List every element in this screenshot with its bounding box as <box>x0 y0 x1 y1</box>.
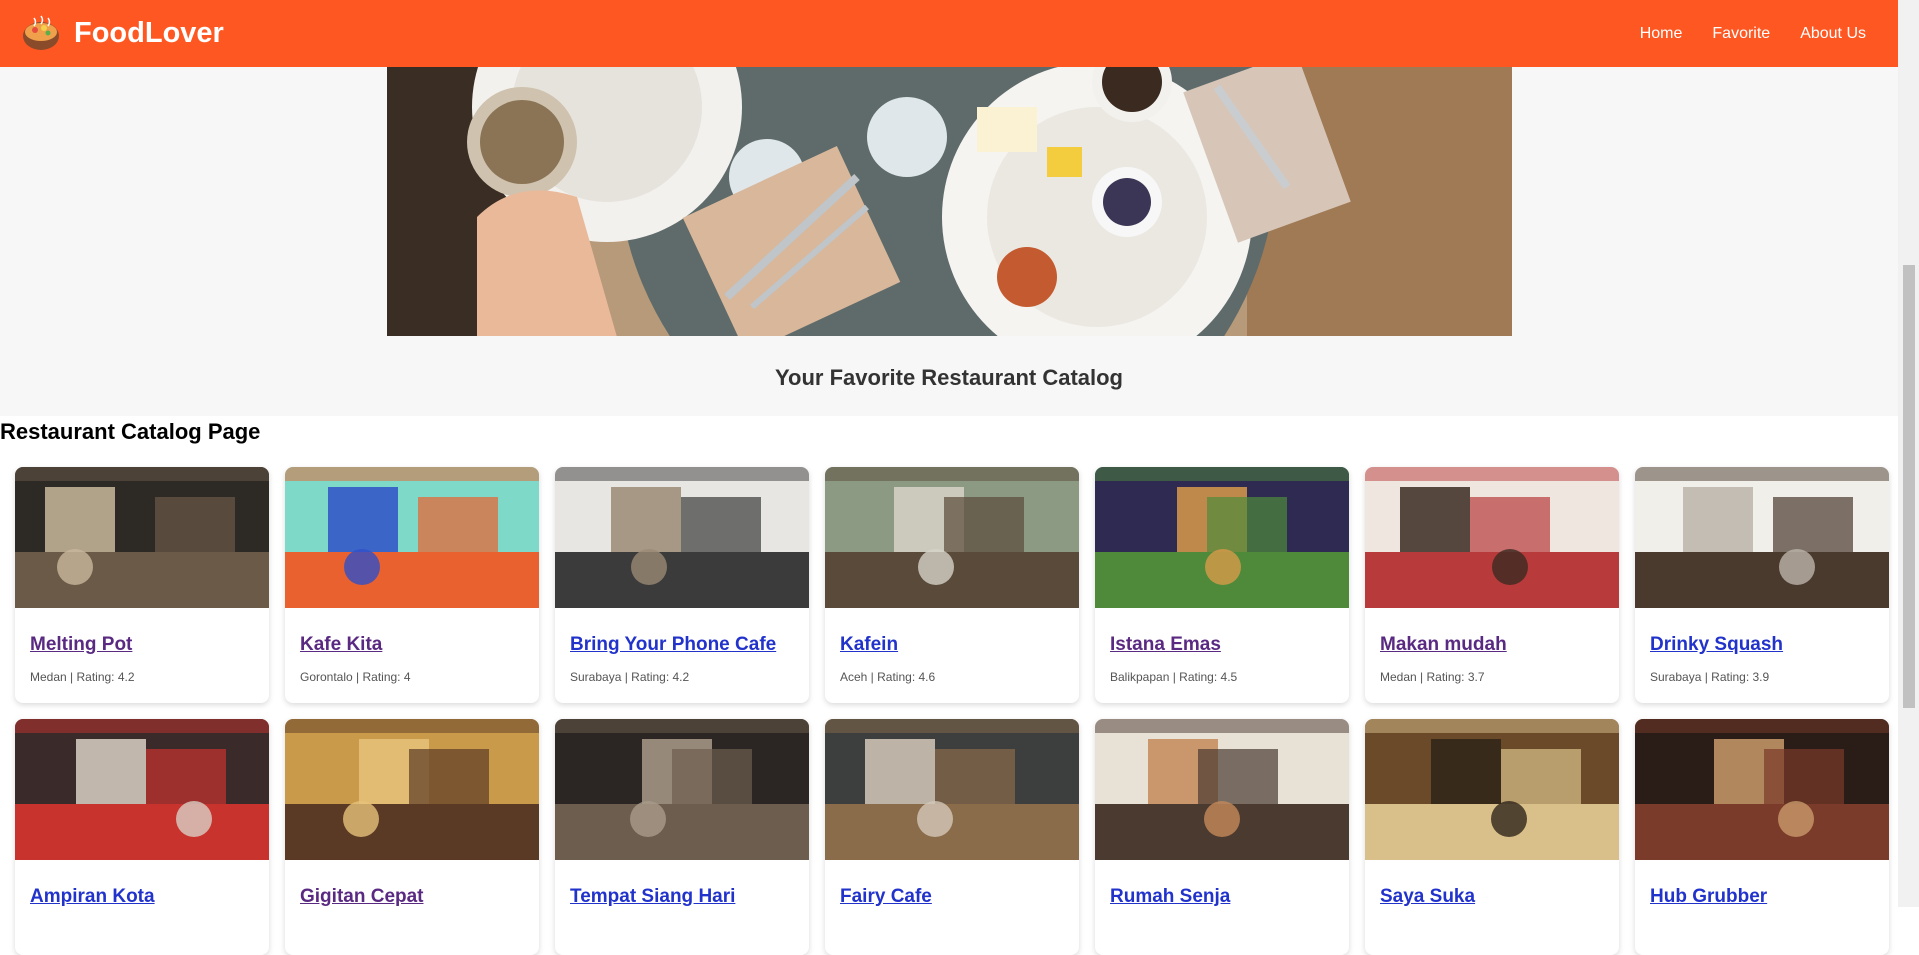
restaurant-image[interactable] <box>825 719 1079 860</box>
restaurant-card[interactable]: Fairy Cafe <box>825 719 1079 955</box>
restaurant-meta: Surabaya | Rating: 4.2 <box>570 670 690 684</box>
restaurant-title-link[interactable]: Fairy Cafe <box>840 886 932 908</box>
restaurant-image[interactable] <box>1635 467 1889 608</box>
restaurant-card[interactable]: Istana Emas Balikpapan | Rating: 4.5 <box>1095 467 1349 703</box>
hero-title: Your Favorite Restaurant Catalog <box>775 365 1123 390</box>
restaurant-image[interactable] <box>15 719 269 860</box>
restaurant-card[interactable]: Tempat Siang Hari <box>555 719 809 955</box>
nav-favorite-link[interactable]: Favorite <box>1712 25 1770 43</box>
restaurant-image[interactable] <box>555 719 809 860</box>
restaurant-title-link[interactable]: Kafein <box>840 634 898 656</box>
restaurant-image[interactable] <box>285 467 539 608</box>
restaurant-image[interactable] <box>1365 467 1619 608</box>
restaurant-image[interactable] <box>555 467 809 608</box>
restaurant-card[interactable]: Drinky Squash Surabaya | Rating: 3.9 <box>1635 467 1889 703</box>
restaurant-card[interactable]: Kafe Kita Gorontalo | Rating: 4 <box>285 467 539 703</box>
brand-name[interactable]: FoodLover <box>74 14 224 52</box>
restaurant-image[interactable] <box>1635 719 1889 860</box>
restaurant-title-link[interactable]: Gigitan Cepat <box>300 886 424 908</box>
restaurant-title-link[interactable]: Drinky Squash <box>1650 634 1783 656</box>
nav-home-link[interactable]: Home <box>1640 25 1683 43</box>
app-navbar: FoodLover Home Favorite About Us <box>0 0 1898 67</box>
restaurant-image[interactable] <box>1365 719 1619 860</box>
restaurant-card[interactable]: Bring Your Phone Cafe Surabaya | Rating: … <box>555 467 809 703</box>
restaurant-card[interactable]: Gigitan Cepat <box>285 719 539 955</box>
restaurant-card[interactable]: Melting Pot Medan | Rating: 4.2 <box>15 467 269 703</box>
restaurant-image[interactable] <box>15 467 269 608</box>
restaurant-meta: Gorontalo | Rating: 4 <box>300 670 411 684</box>
restaurant-card[interactable]: Makan mudah Medan | Rating: 3.7 <box>1365 467 1619 703</box>
restaurant-meta: Medan | Rating: 4.2 <box>30 670 135 684</box>
restaurant-title-link[interactable]: Melting Pot <box>30 634 132 656</box>
hero-section: Your Favorite Restaurant Catalog <box>0 67 1898 416</box>
restaurant-title-link[interactable]: Hub Grubber <box>1650 886 1767 908</box>
restaurant-meta: Medan | Rating: 3.7 <box>1380 670 1485 684</box>
restaurant-title-link[interactable]: Makan mudah <box>1380 634 1507 656</box>
restaurant-image[interactable] <box>1095 719 1349 860</box>
restaurant-title-link[interactable]: Kafe Kita <box>300 634 382 656</box>
restaurant-title-link[interactable]: Tempat Siang Hari <box>570 886 735 908</box>
restaurant-card[interactable]: Hub Grubber <box>1635 719 1889 955</box>
nav-links: Home Favorite About Us <box>1640 0 1866 67</box>
restaurant-image[interactable] <box>1095 467 1349 608</box>
restaurant-title-link[interactable]: Bring Your Phone Cafe <box>570 634 776 656</box>
restaurant-image[interactable] <box>825 467 1079 608</box>
restaurant-meta: Aceh | Rating: 4.6 <box>840 670 936 684</box>
restaurant-card[interactable]: Rumah Senja <box>1095 719 1349 955</box>
restaurant-card[interactable]: Ampiran Kota <box>15 719 269 955</box>
page-scrollbar-thumb[interactable] <box>1903 265 1915 708</box>
hero-image <box>387 67 1512 336</box>
restaurant-meta: Surabaya | Rating: 3.9 <box>1650 670 1770 684</box>
nav-about-link[interactable]: About Us <box>1800 25 1866 43</box>
restaurant-title-link[interactable]: Saya Suka <box>1380 886 1475 908</box>
restaurant-title-link[interactable]: Rumah Senja <box>1110 886 1230 908</box>
restaurant-card[interactable]: Kafein Aceh | Rating: 4.6 <box>825 467 1079 703</box>
restaurant-card[interactable]: Saya Suka <box>1365 719 1619 955</box>
food-bowl-icon <box>23 15 59 50</box>
restaurant-meta: Balikpapan | Rating: 4.5 <box>1110 670 1238 684</box>
restaurant-title-link[interactable]: Istana Emas <box>1110 634 1221 656</box>
restaurant-title-link[interactable]: Ampiran Kota <box>30 886 155 908</box>
catalog-heading: Restaurant Catalog Page <box>0 419 261 444</box>
restaurant-image[interactable] <box>285 719 539 860</box>
